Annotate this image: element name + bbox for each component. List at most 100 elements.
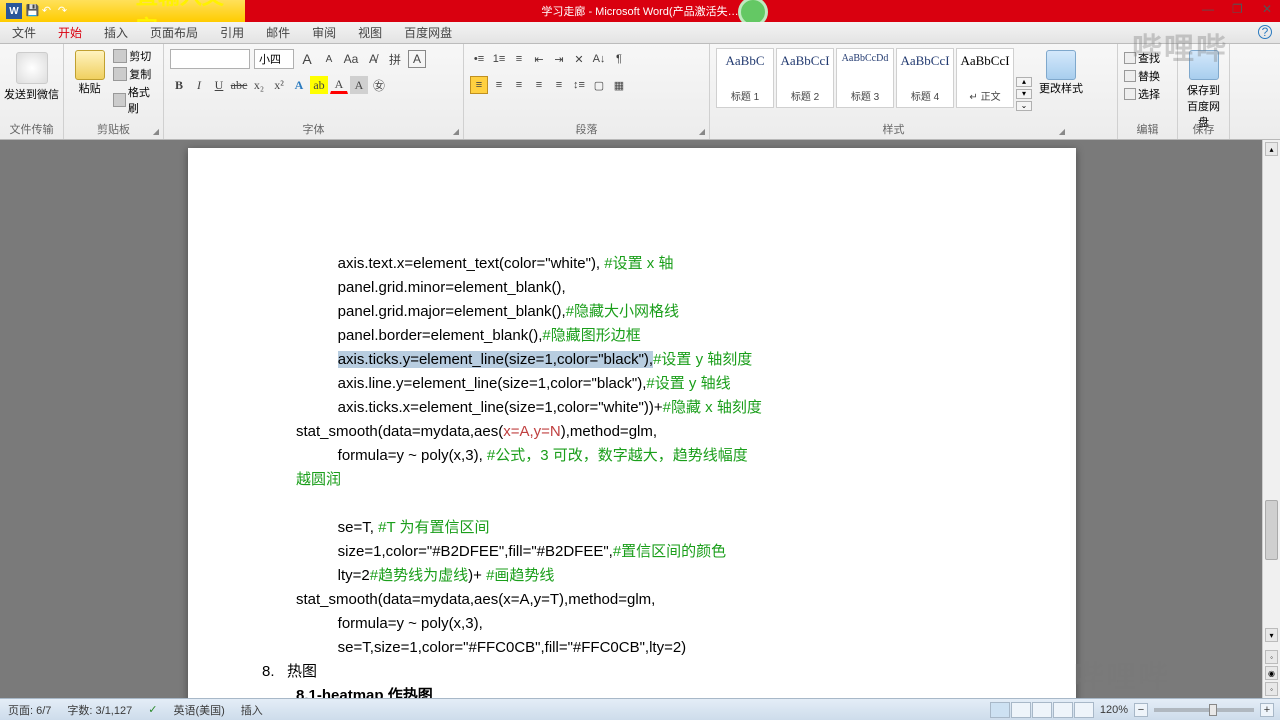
qat-undo-icon[interactable]: ↶ [42,4,56,18]
line-spacing-icon[interactable]: ↕≡ [570,76,588,94]
bold-button[interactable]: B [170,76,188,94]
tab-review[interactable]: 审阅 [312,24,336,41]
tab-view[interactable]: 视图 [358,24,382,41]
italic-button[interactable]: I [190,76,208,94]
baidu-save-icon[interactable] [1189,50,1219,80]
superscript-button[interactable]: x² [270,76,288,94]
grow-font-icon[interactable]: A [298,50,316,68]
shrink-font-icon[interactable]: A [320,50,338,68]
page-content[interactable]: axis.text.x=element_text(color="white"),… [188,148,1076,698]
sort-icon[interactable]: A↓ [590,50,608,68]
align-center-icon[interactable]: ≡ [490,76,508,94]
cut-button[interactable]: 剪切 [113,48,157,64]
numbering-icon[interactable]: 1≡ [490,50,508,68]
copy-button[interactable]: 复制 [113,66,157,82]
phonetic-icon[interactable]: 拼 [386,50,404,68]
asian-layout-icon[interactable]: ✕ [570,50,588,68]
zoom-knob[interactable] [1209,704,1217,716]
close-button[interactable]: ✕ [1262,2,1276,16]
find-button[interactable]: 查找 [1124,50,1171,66]
word-count[interactable]: 字数: 3/1,127 [67,702,132,718]
scroll-down-icon[interactable]: ▾ [1265,628,1278,642]
outline-view[interactable] [1053,702,1073,718]
style-heading4[interactable]: AaBbCcI标题 4 [896,48,954,108]
tab-home[interactable]: 开始 [58,24,82,41]
help-icon[interactable]: ? [1258,25,1272,39]
tab-mailings[interactable]: 邮件 [266,24,290,41]
tab-layout[interactable]: 页面布局 [150,24,198,41]
replace-button[interactable]: 替换 [1124,68,1171,84]
distribute-icon[interactable]: ≡ [550,76,568,94]
select-button[interactable]: 选择 [1124,86,1171,102]
char-border-icon[interactable]: A [408,50,426,68]
show-marks-icon[interactable]: ¶ [610,50,628,68]
gallery-up-icon[interactable]: ▴ [1016,77,1032,87]
dialog-launcher-icon[interactable]: ◢ [1059,127,1065,136]
format-painter-button[interactable]: 格式刷 [113,84,157,116]
zoom-out-button[interactable]: − [1134,703,1148,717]
enclose-char-icon[interactable]: ㊛ [370,76,388,94]
char-shading-icon[interactable]: A [350,76,368,94]
brush-icon [113,93,126,107]
highlight-button[interactable]: ab [310,76,328,94]
style-heading1[interactable]: AaBbC标题 1 [716,48,774,108]
vertical-scrollbar[interactable]: ▴ ▾ ◦ ◉ ◦ [1262,140,1280,698]
gallery-more-icon[interactable]: ⌄ [1016,101,1032,111]
web-layout-view[interactable] [1032,702,1052,718]
tab-baidu[interactable]: 百度网盘 [404,24,452,41]
shading-icon[interactable]: ▢ [590,76,608,94]
prev-page-icon[interactable]: ◦ [1265,650,1278,664]
font-color-button[interactable]: A [330,76,348,94]
underline-button[interactable]: U [210,76,228,94]
style-heading3[interactable]: AaBbCcDd标题 3 [836,48,894,108]
tab-insert[interactable]: 插入 [104,24,128,41]
restore-button[interactable]: ❐ [1232,2,1246,16]
send-wechat-icon[interactable] [16,52,48,84]
next-page-icon[interactable]: ◦ [1265,682,1278,696]
style-normal[interactable]: AaBbCcI↵ 正文 [956,48,1014,108]
clear-format-icon[interactable]: A̸ [364,50,382,68]
scroll-up-icon[interactable]: ▴ [1265,142,1278,156]
borders-icon[interactable]: ▦ [610,76,628,94]
print-layout-view[interactable] [990,702,1010,718]
inc-indent-icon[interactable]: ⇥ [550,50,568,68]
bullets-icon[interactable]: •≡ [470,50,488,68]
font-name-combo[interactable] [170,49,250,69]
style-heading2[interactable]: AaBbCcI标题 2 [776,48,834,108]
change-case-icon[interactable]: Aa [342,50,360,68]
tab-file[interactable]: 文件 [12,24,36,41]
page-indicator[interactable]: 页面: 6/7 [8,702,51,718]
fullscreen-view[interactable] [1011,702,1031,718]
proofing-icon[interactable]: ✓ [148,703,157,716]
font-size-combo[interactable]: 小四 [254,49,294,69]
style-name: 标题 1 [731,88,759,103]
strike-button[interactable]: abc [230,76,248,94]
zoom-slider[interactable] [1154,708,1254,712]
document-area[interactable]: axis.text.x=element_text(color="white"),… [0,140,1280,698]
dialog-launcher-icon[interactable]: ◢ [453,127,459,136]
language-indicator[interactable]: 英语(美国) [173,702,224,718]
qat-save-icon[interactable]: 💾 [26,4,40,18]
cut-icon [113,49,127,63]
browse-object-icon[interactable]: ◉ [1265,666,1278,680]
paste-button[interactable]: 粘贴 [70,48,109,116]
draft-view[interactable] [1074,702,1094,718]
insert-mode[interactable]: 插入 [241,702,263,718]
dec-indent-icon[interactable]: ⇤ [530,50,548,68]
align-right-icon[interactable]: ≡ [510,76,528,94]
change-styles-icon [1046,50,1076,80]
qat-redo-icon[interactable]: ↷ [58,4,72,18]
zoom-in-button[interactable]: + [1260,703,1274,717]
gallery-down-icon[interactable]: ▾ [1016,89,1032,99]
zoom-level[interactable]: 120% [1100,704,1128,716]
document-page: axis.text.x=element_text(color="white"),… [188,148,1076,698]
align-left-icon[interactable]: ≡ [470,76,488,94]
text-effects-icon[interactable]: A [290,76,308,94]
minimize-button[interactable]: — [1202,2,1216,16]
subscript-button[interactable]: x₂ [250,76,268,94]
tab-references[interactable]: 引用 [220,24,244,41]
justify-icon[interactable]: ≡ [530,76,548,94]
multilevel-icon[interactable]: ≡ [510,50,528,68]
dialog-launcher-icon[interactable]: ◢ [153,127,159,136]
scroll-thumb[interactable] [1265,500,1278,560]
